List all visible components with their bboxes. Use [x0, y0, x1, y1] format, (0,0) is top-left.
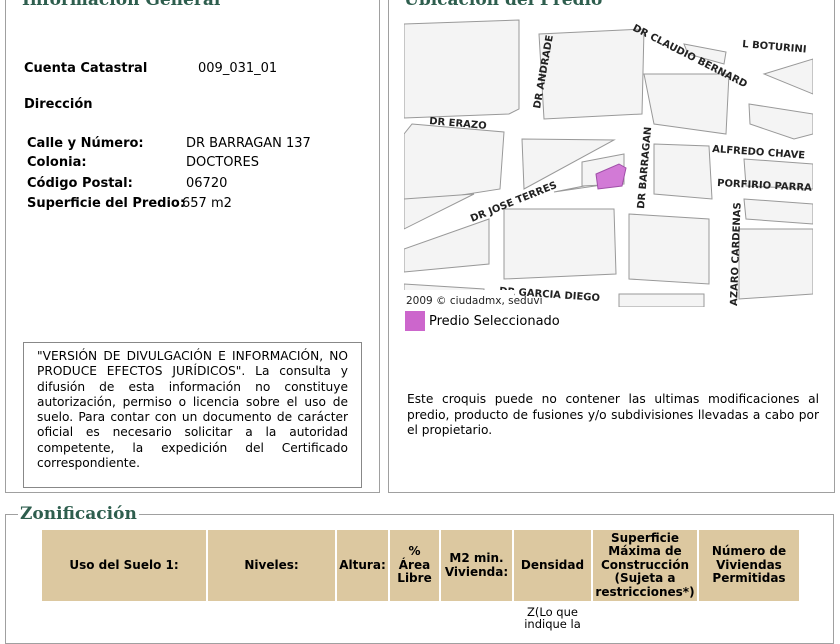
disclaimer-box: "VERSIÓN DE DIVULGACIÓN E INFORMACIÓN, N… — [23, 342, 362, 488]
table-cell: Z(Lo que indique la — [524, 605, 581, 631]
table-cell — [208, 601, 335, 630]
cuenta-value: 009_031_01 — [198, 61, 278, 76]
street-label: ALFREDO CHAVE — [712, 144, 806, 161]
zonificacion-table: Uso del Suelo 1: Niveles: Altura: % Área… — [40, 530, 801, 630]
map-legend: Predio Seleccionado — [405, 311, 560, 331]
table-cell — [337, 601, 388, 630]
column-header: Uso del Suelo 1: — [42, 530, 206, 601]
column-header: Densidad — [514, 530, 591, 601]
legend-swatch — [405, 311, 425, 331]
location-title: Ubicación del Predio — [402, 0, 605, 10]
field-label: Superficie del Predio: — [27, 196, 186, 211]
direccion-label: Dirección — [24, 97, 93, 112]
field-label: Código Postal: — [27, 176, 133, 191]
field-value: 657 m2 — [182, 196, 232, 211]
table-cell — [593, 601, 697, 630]
table-cell — [390, 601, 439, 630]
map-note: Este croquis puede no contener las ultim… — [407, 392, 819, 437]
map-copyright: 2009 © ciudadmx, seduvi — [406, 295, 543, 307]
column-header: Número de Viviendas Permitidas — [699, 530, 799, 601]
column-header: M2 min. Vivienda: — [441, 530, 512, 601]
street-label: DR BARRAGAN — [636, 126, 654, 209]
column-header: Superficie Máxima de Construcción (Sujet… — [593, 530, 697, 601]
table-cell — [699, 601, 799, 630]
table-row: Z(Lo que indique la — [42, 601, 799, 630]
general-info-title: Información General — [20, 0, 223, 10]
street-label: L BOTURINI — [742, 39, 807, 56]
field-value: 06720 — [186, 176, 228, 191]
column-header: % Área Libre — [390, 530, 439, 601]
field-label: Colonia: — [27, 155, 87, 170]
location-map[interactable]: DR CLAUDIO BERNARD L BOTURINI DR ANDRADE… — [404, 14, 813, 307]
field-label: Calle y Número: — [27, 136, 144, 151]
table-cell — [441, 601, 512, 630]
column-header: Niveles: — [208, 530, 335, 601]
column-header: Altura: — [337, 530, 388, 601]
field-value: DOCTORES — [186, 155, 259, 170]
field-value: DR BARRAGAN 137 — [186, 136, 311, 151]
table-cell — [42, 601, 206, 630]
map-blocks: DR CLAUDIO BERNARD L BOTURINI DR ANDRADE… — [404, 19, 813, 307]
zonificacion-title: Zonificación — [18, 504, 139, 524]
legend-label: Predio Seleccionado — [429, 313, 560, 329]
cuenta-label: Cuenta Catastral — [24, 61, 148, 76]
